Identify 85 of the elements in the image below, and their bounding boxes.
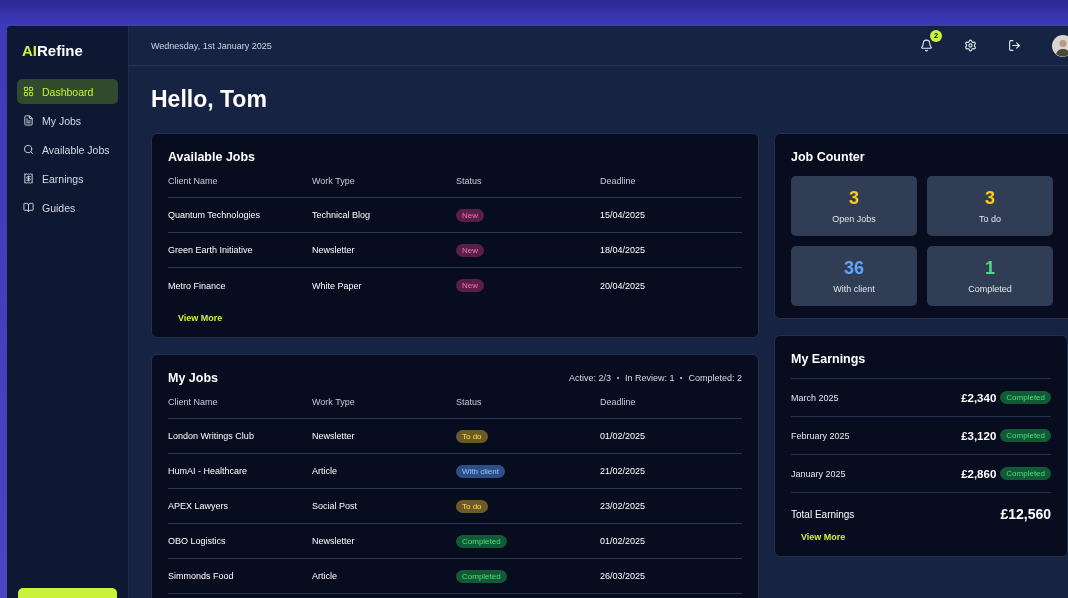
- sidebar-item[interactable]: Guides: [17, 195, 118, 220]
- logout-icon[interactable]: [1008, 38, 1021, 52]
- summary-stat: Active: 2/3: [568, 373, 611, 383]
- counter-value: 1: [985, 258, 995, 279]
- status-badge: New: [456, 279, 484, 292]
- table-cell: 18/04/2025: [600, 233, 742, 268]
- status-badge: New: [456, 243, 484, 257]
- grid-icon: [23, 86, 34, 97]
- table-cell: Article: [312, 559, 456, 594]
- summary-stat: Completed: 2: [688, 373, 742, 383]
- search-icon: [23, 144, 34, 155]
- settings-icon[interactable]: [964, 38, 977, 52]
- table-cell: APEX Lawyers: [168, 489, 312, 524]
- status-badge: To do: [456, 429, 488, 443]
- card-title: Job Counter: [791, 150, 866, 164]
- card-title: My Earnings: [791, 352, 867, 366]
- column-header: Work Type: [312, 164, 456, 198]
- earnings-month: March 2025: [791, 392, 840, 403]
- table-cell-text: 20/04/2025: [600, 279, 647, 293]
- receipt-icon: [23, 173, 34, 184]
- table-cell: Technical Blog: [312, 198, 456, 233]
- table-cell-text: White Paper: [312, 279, 363, 293]
- card-title: Available Jobs: [168, 150, 256, 164]
- earnings-amount: £3,120: [961, 429, 997, 442]
- earnings-month: January 2025: [791, 468, 847, 479]
- earnings-month: February 2025: [791, 430, 851, 441]
- column-header: Deadline: [600, 164, 742, 198]
- total-amount: £12,560: [1000, 506, 1051, 522]
- date-label: Wednesday, 1st January 2025: [151, 40, 273, 51]
- counter-label: With client: [833, 284, 875, 294]
- status-badge: To do: [456, 499, 488, 513]
- counter-label: Completed: [968, 284, 1012, 294]
- earnings-amount: £2,340: [961, 391, 997, 404]
- column-header: Status: [456, 164, 600, 198]
- book-icon: [23, 202, 34, 213]
- table-cell-text: Metro Finance: [168, 279, 227, 293]
- view-more-link[interactable]: View More: [801, 532, 846, 542]
- column-header: Deadline: [600, 385, 742, 419]
- earnings-amount: £2,860: [961, 467, 997, 480]
- table-cell: 15/04/2025: [600, 198, 742, 233]
- column-header: Client Name: [168, 164, 312, 198]
- status-badge: Completed: [1000, 429, 1051, 442]
- status-badge: Completed: [456, 569, 507, 583]
- table-cell: 26/03/2025: [600, 559, 742, 594]
- column-header: Status: [456, 385, 600, 419]
- status-badge: Completed: [1000, 391, 1051, 404]
- table-cell: 21/02/2025: [600, 454, 742, 489]
- sidebar-item[interactable]: Earnings: [17, 166, 118, 191]
- view-more-link[interactable]: View More: [178, 313, 223, 323]
- status-badge: New: [456, 208, 484, 222]
- table-cell: Simmonds Food: [168, 559, 312, 594]
- sidebar-item[interactable]: Available Jobs: [17, 137, 118, 162]
- avatar-icon[interactable]: [1052, 34, 1068, 57]
- counter-label: Open Jobs: [832, 214, 876, 224]
- counter-value: 36: [844, 258, 864, 279]
- counter-label: To do: [979, 214, 1001, 224]
- total-label: Total Earnings: [791, 508, 855, 520]
- card-title: My Jobs: [168, 371, 218, 385]
- status-badge: Completed: [1000, 467, 1051, 480]
- table-cell: Social Post: [312, 489, 456, 524]
- table-cell: 23/02/2025: [600, 489, 742, 524]
- counter-value: 3: [849, 188, 859, 209]
- table-cell: London Writings Club: [168, 419, 312, 454]
- brand-logo: AIRefine: [21, 41, 84, 61]
- table-cell: Newsletter: [312, 233, 456, 268]
- status-badge: With client: [456, 464, 505, 478]
- table-cell: Quantum Technologies: [168, 198, 312, 233]
- bell-icon[interactable]: [920, 38, 933, 52]
- summary-stat: In Review: 1: [624, 373, 675, 383]
- table-cell: Green Earth Initiative: [168, 233, 312, 268]
- table-cell: Newsletter: [312, 419, 456, 454]
- table-cell: HumAI - Healthcare: [168, 454, 312, 489]
- sidebar-item[interactable]: Dashboard: [17, 79, 118, 104]
- status-badge: Completed: [456, 534, 507, 548]
- greeting-heading: Hello, Tom: [151, 86, 268, 113]
- column-header: Work Type: [312, 385, 456, 419]
- table-cell: Newsletter: [312, 524, 456, 559]
- table-cell: Article: [312, 454, 456, 489]
- counter-value: 3: [985, 188, 995, 209]
- table-cell: 01/02/2025: [600, 524, 742, 559]
- document-icon: [23, 115, 34, 126]
- column-header: Client Name: [168, 385, 312, 419]
- table-cell: OBO Logistics: [168, 524, 312, 559]
- table-cell: 01/02/2025: [600, 419, 742, 454]
- sidebar-item[interactable]: My Jobs: [17, 108, 118, 133]
